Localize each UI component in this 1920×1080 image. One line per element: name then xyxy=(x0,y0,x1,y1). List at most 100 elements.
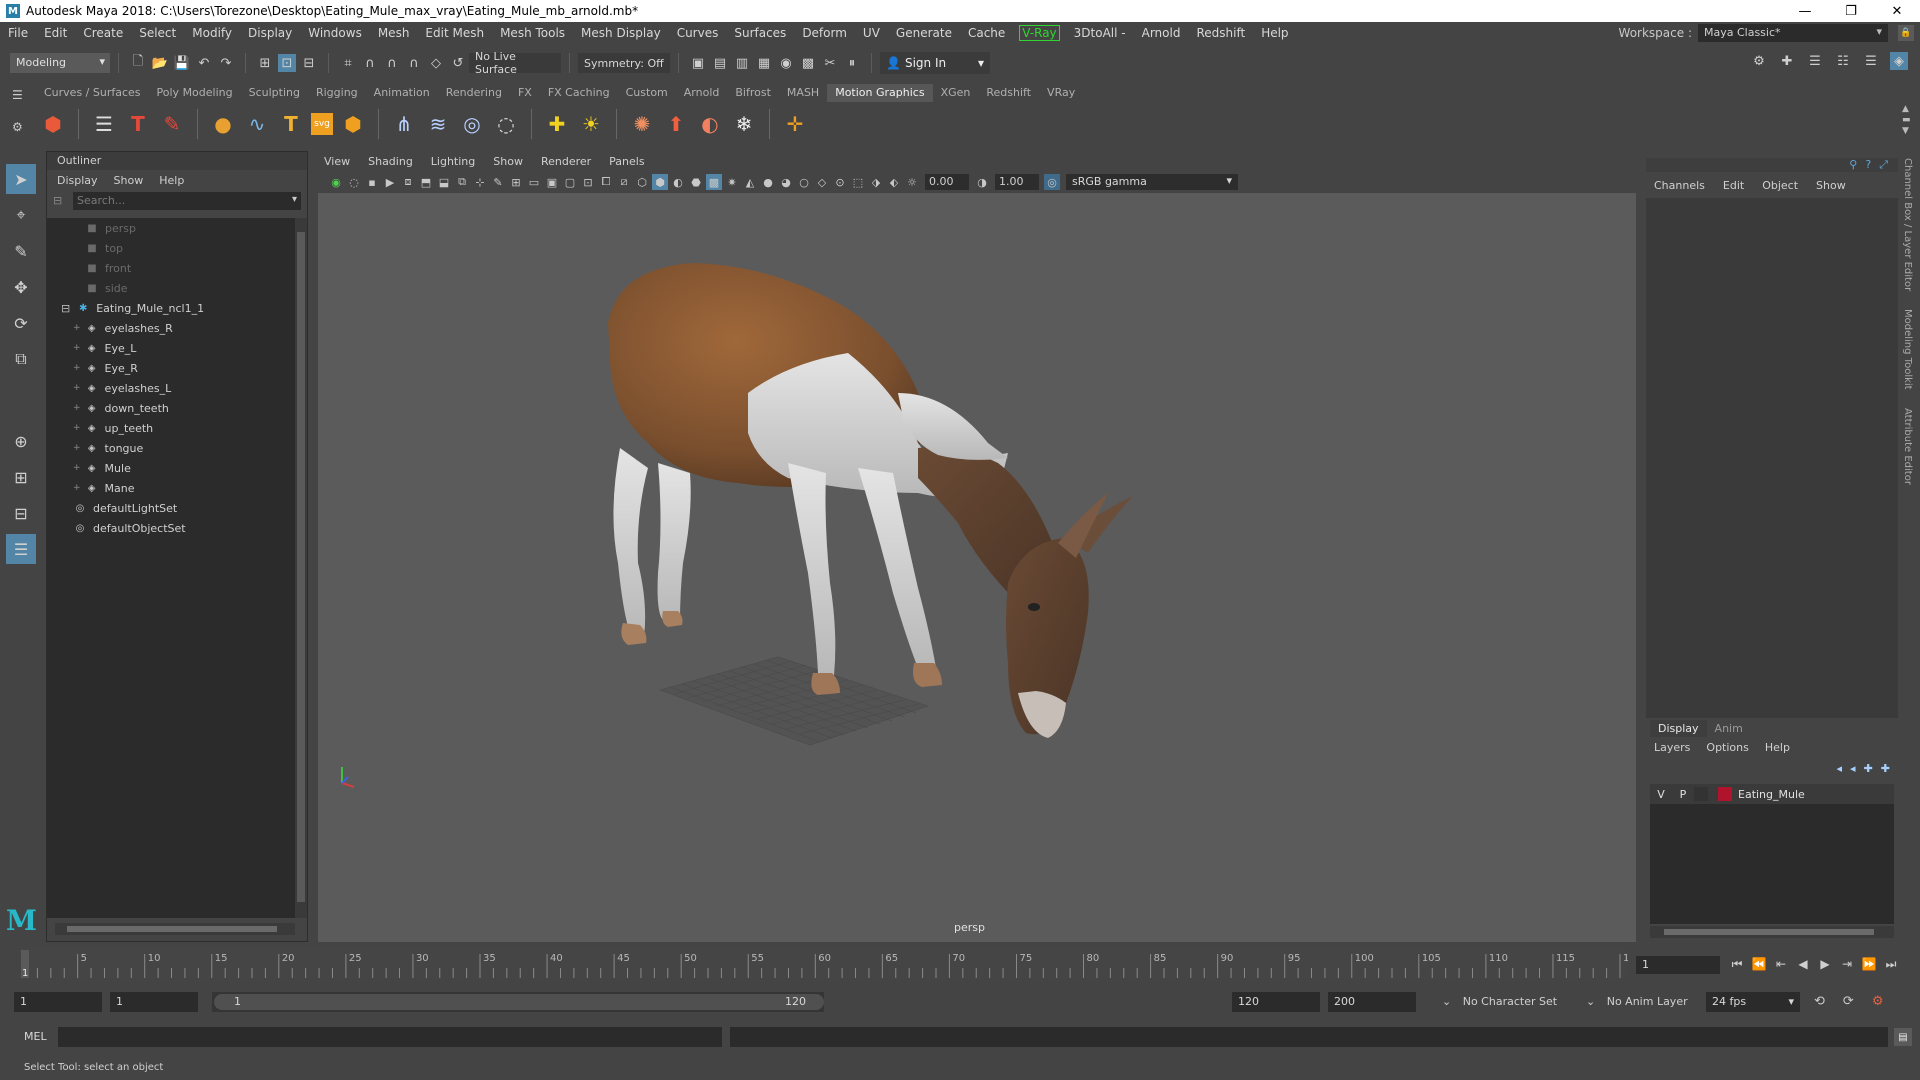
restore-button[interactable]: ❐ xyxy=(1828,0,1874,22)
step-back-key-icon[interactable]: ⏪ xyxy=(1750,954,1768,974)
menu-display[interactable]: Display xyxy=(240,26,300,40)
viewport-menu-lighting[interactable]: Lighting xyxy=(431,155,475,168)
layer-name[interactable]: Eating_Mule xyxy=(1738,788,1805,801)
expand-icon[interactable]: + xyxy=(73,343,81,353)
current-time-field[interactable]: 1 xyxy=(1636,956,1720,974)
menu-mesh[interactable]: Mesh xyxy=(370,26,418,40)
deformer-icon[interactable]: ⋔ xyxy=(390,110,418,138)
resolution-toggle-icon[interactable]: ▣ xyxy=(544,174,560,190)
sign-in-button[interactable]: 👤 Sign In ▾ xyxy=(880,52,990,74)
close-button[interactable]: ✕ xyxy=(1874,0,1920,22)
channel-box-menu-object[interactable]: Object xyxy=(1762,179,1798,192)
gamma-icon[interactable]: ◑ xyxy=(974,174,990,190)
layer-editor-icon[interactable]: ◈ xyxy=(1890,52,1908,70)
gamma-field[interactable]: 1.00 xyxy=(995,174,1039,190)
outliner-vertical-scrollbar[interactable] xyxy=(295,218,307,918)
outliner-item-eye-r[interactable]: + ◈ Eye_R xyxy=(47,358,295,378)
auto-key-icon[interactable]: ⟳ xyxy=(1843,994,1854,1009)
menu-3dtoall[interactable]: 3DtoAll - xyxy=(1066,26,1134,40)
gate-mask-icon[interactable]: ⧉ xyxy=(454,174,470,190)
outliner-item-mane[interactable]: + ◈ Mane xyxy=(47,478,295,498)
shelf-tab-poly-modeling[interactable]: Poly Modeling xyxy=(149,84,241,102)
open-scene-icon[interactable]: 📂 xyxy=(151,54,169,72)
playback-start-field[interactable]: 1 xyxy=(110,992,198,1012)
side-tab-channel-box-layer-editor[interactable]: Channel Box / Layer Editor xyxy=(1902,158,1913,291)
default-material-icon[interactable]: ◐ xyxy=(670,174,686,190)
expand-icon[interactable]: + xyxy=(73,403,81,413)
shelf-tab-mash[interactable]: MASH xyxy=(779,84,827,102)
help-icon[interactable]: ? xyxy=(1865,158,1871,172)
menu-create[interactable]: Create xyxy=(75,26,131,40)
depth-of-field-icon[interactable]: ◇ xyxy=(814,174,830,190)
menu-mesh-tools[interactable]: Mesh Tools xyxy=(492,26,573,40)
outliner-item-front[interactable]: ■ front xyxy=(47,258,295,278)
layer-menu-options[interactable]: Options xyxy=(1706,741,1748,754)
go-to-start-icon[interactable]: ⏮ xyxy=(1728,954,1746,974)
expand-icon[interactable]: + xyxy=(73,463,81,473)
snap-curve-icon[interactable]: ∩ xyxy=(361,54,379,72)
outliner-layout-icon[interactable]: ☰ xyxy=(6,534,36,564)
fill-icon[interactable]: ⬆ xyxy=(662,110,690,138)
exposure-icon[interactable]: ☼ xyxy=(904,174,920,190)
animation-preferences-icon[interactable]: ⚙ xyxy=(1872,994,1884,1009)
camera-icon[interactable]: ▶ xyxy=(382,174,398,190)
menu-surfaces[interactable]: Surfaces xyxy=(726,26,794,40)
command-input[interactable] xyxy=(58,1027,722,1047)
3d-viewport[interactable]: persp xyxy=(318,193,1636,942)
range-slider-handle[interactable] xyxy=(214,994,824,1010)
arnold-render-icon[interactable]: ▩ xyxy=(799,54,817,72)
shelf-tab-bifrost[interactable]: Bifrost xyxy=(727,84,779,102)
list-icon[interactable]: ☰ xyxy=(90,110,118,138)
workspace-dropdown[interactable]: Maya Classic* xyxy=(1698,24,1888,42)
expand-icon[interactable]: + xyxy=(73,363,81,373)
menu-redshift[interactable]: Redshift xyxy=(1188,26,1253,40)
menu-generate[interactable]: Generate xyxy=(888,26,960,40)
gate-toggle-icon[interactable]: ▢ xyxy=(562,174,578,190)
move-layer-down-icon[interactable]: ◂ xyxy=(1850,762,1856,775)
playback-end-field[interactable]: 120 xyxy=(1232,992,1320,1012)
shelf-tab-xgen[interactable]: XGen xyxy=(933,84,979,102)
menu-edit-mesh[interactable]: Edit Mesh xyxy=(417,26,492,40)
channel-box-icon[interactable]: ☰ xyxy=(1862,52,1880,70)
anim-layer-dropdown[interactable]: ⌄ No Anim Layer xyxy=(1580,992,1700,1012)
play-forward-icon[interactable]: ▶ xyxy=(1816,954,1834,974)
range-slider[interactable]: 1 120 xyxy=(212,992,824,1012)
menu-deform[interactable]: Deform xyxy=(794,26,855,40)
animation-start-field[interactable]: 1 xyxy=(14,992,102,1012)
outliner-item-defaultobjectset[interactable]: ◎ defaultObjectSet xyxy=(47,518,295,538)
expand-icon[interactable]: + xyxy=(73,423,81,433)
viewport-menu-view[interactable]: View xyxy=(324,155,350,168)
outliner-item-mule[interactable]: + ◈ Mule xyxy=(47,458,295,478)
outliner-menu-display[interactable]: Display xyxy=(57,174,98,187)
field-toggle-icon[interactable]: ⊡ xyxy=(580,174,596,190)
four-view-layout-icon[interactable]: ⊞ xyxy=(6,462,36,492)
new-layer-selected-icon[interactable]: ✚ xyxy=(1881,762,1890,775)
lock-camera-icon[interactable]: ⧈ xyxy=(400,174,416,190)
channel-box-menu-channels[interactable]: Channels xyxy=(1654,179,1705,192)
symmetry-dropdown[interactable]: Symmetry: Off xyxy=(578,53,670,73)
curve-icon[interactable]: ∿ xyxy=(243,110,271,138)
search-dropdown-icon[interactable]: ▾ xyxy=(292,194,297,205)
minimize-button[interactable]: — xyxy=(1782,0,1828,22)
safe-toggle-icon[interactable]: ⧠ xyxy=(598,174,614,190)
grid-toggle-icon[interactable]: ⊞ xyxy=(508,174,524,190)
save-scene-icon[interactable]: 💾 xyxy=(173,54,191,72)
shelf-tab-curves-surfaces[interactable]: Curves / Surfaces xyxy=(36,84,149,102)
side-tab-attribute-editor[interactable]: Attribute Editor xyxy=(1902,408,1913,485)
menu-windows[interactable]: Windows xyxy=(300,26,370,40)
shelf-tab-motion-graphics[interactable]: Motion Graphics xyxy=(827,84,933,102)
layer-row[interactable]: V P Eating_Mule xyxy=(1650,784,1894,804)
outliner-item-up-teeth[interactable]: + ◈ up_teeth xyxy=(47,418,295,438)
menu-modify[interactable]: Modify xyxy=(184,26,240,40)
step-forward-frame-icon[interactable]: ⇥ xyxy=(1838,954,1856,974)
loop-icon[interactable]: ⟲ xyxy=(1814,994,1825,1009)
type-tool-icon[interactable]: T xyxy=(124,110,152,138)
two-view-layout-icon[interactable]: ⊟ xyxy=(6,498,36,528)
bookmark-icon[interactable]: ▪ xyxy=(364,174,380,190)
viewport-menu-panels[interactable]: Panels xyxy=(609,155,644,168)
particle-icon[interactable]: ✺ xyxy=(628,110,656,138)
film-gate-icon[interactable]: ⬒ xyxy=(418,174,434,190)
character-set-dropdown[interactable]: ⌄ No Character Set xyxy=(1436,992,1576,1012)
layer-menu-help[interactable]: Help xyxy=(1765,741,1790,754)
shelf-tab-redshift[interactable]: Redshift xyxy=(978,84,1039,102)
